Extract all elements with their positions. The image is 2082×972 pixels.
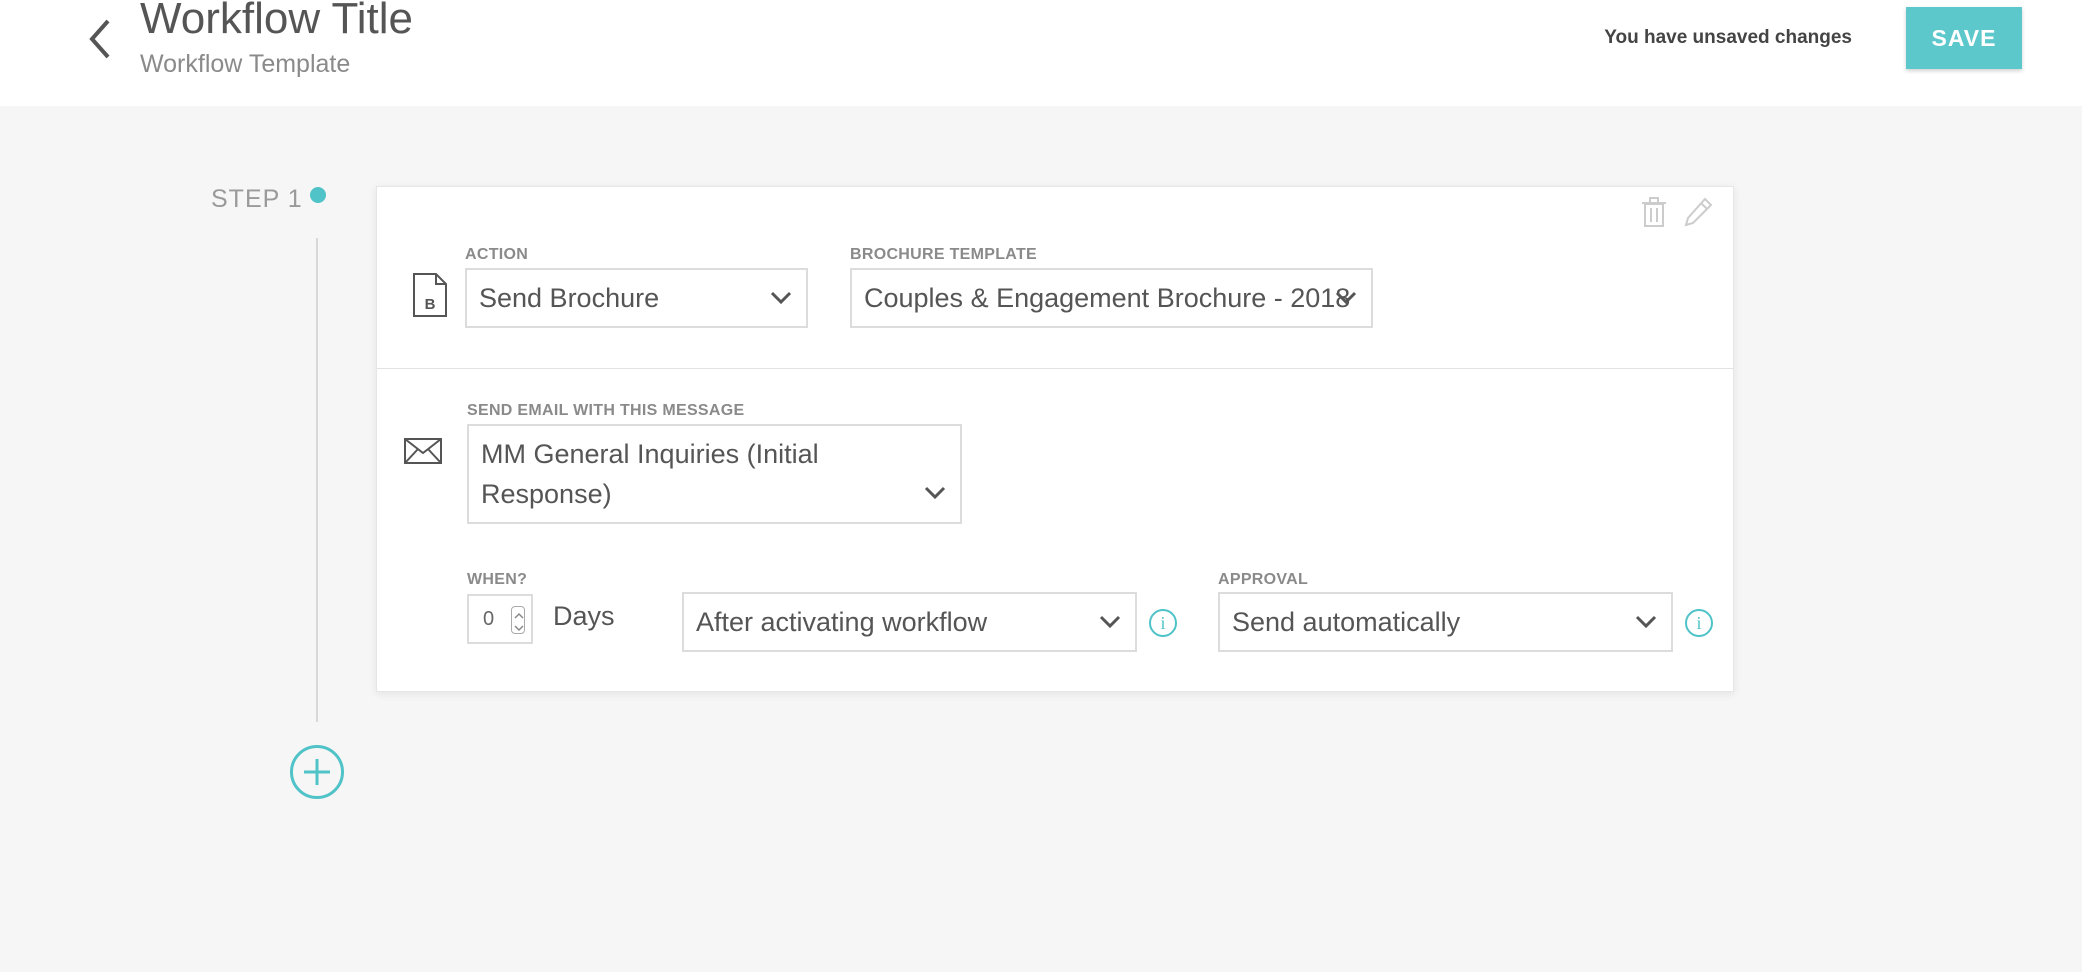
approval-info-icon[interactable]: i xyxy=(1685,609,1713,637)
back-arrow-icon[interactable] xyxy=(84,16,118,62)
approval-select[interactable]: Send automatically xyxy=(1218,592,1673,652)
spinner-icon[interactable] xyxy=(511,606,525,634)
trigger-info-icon[interactable]: i xyxy=(1149,609,1177,637)
days-value: 0 xyxy=(483,608,495,630)
approval-value: Send automatically xyxy=(1232,607,1461,637)
trigger-select[interactable]: After activating workflow xyxy=(682,592,1137,652)
step-card: B ACTION Send Brochure BROCHURE TEMPLATE… xyxy=(376,186,1734,692)
brochure-icon-letter: B xyxy=(425,296,436,313)
approval-label: APPROVAL xyxy=(1218,571,1309,588)
step-dot xyxy=(310,187,326,203)
step-label: STEP 1 xyxy=(211,185,303,213)
email-message-select[interactable]: MM General Inquiries (Initial Response) xyxy=(467,424,962,524)
brochure-template-value: Couples & Engagement Brochure - 2018 xyxy=(864,283,1351,313)
send-email-label: SEND EMAIL WITH THIS MESSAGE xyxy=(467,402,745,419)
timeline-line xyxy=(316,238,318,722)
save-button[interactable]: SAVE xyxy=(1906,7,2022,69)
action-select[interactable]: Send Brochure xyxy=(465,268,808,328)
chevron-down-icon xyxy=(1099,615,1121,629)
days-unit: Days xyxy=(553,601,615,631)
pencil-icon[interactable] xyxy=(1683,196,1713,228)
chevron-down-icon xyxy=(1335,291,1357,305)
days-input[interactable]: 0 xyxy=(467,594,533,644)
chevron-down-icon xyxy=(1635,615,1657,629)
add-step-button[interactable] xyxy=(290,745,344,799)
brochure-template-select[interactable]: Couples & Engagement Brochure - 2018 xyxy=(850,268,1373,328)
when-label: WHEN? xyxy=(467,571,528,588)
workflow-subtitle: Workflow Template xyxy=(140,50,351,78)
page-header: Workflow Title Workflow Template You hav… xyxy=(0,0,2082,106)
action-label: ACTION xyxy=(465,246,529,263)
unsaved-changes-text: You have unsaved changes xyxy=(1604,27,1852,48)
plus-icon xyxy=(304,759,330,785)
action-value: Send Brochure xyxy=(479,283,660,313)
email-message-value: MM General Inquiries (Initial Response) xyxy=(481,439,819,509)
chevron-down-icon xyxy=(924,486,946,500)
chevron-down-icon xyxy=(770,291,792,305)
trash-icon[interactable] xyxy=(1640,196,1668,228)
card-divider xyxy=(377,368,1733,369)
workflow-title[interactable]: Workflow Title xyxy=(140,0,413,44)
brochure-icon: B xyxy=(411,271,449,324)
trigger-value: After activating workflow xyxy=(696,607,988,637)
envelope-icon xyxy=(403,437,443,470)
brochure-template-label: BROCHURE TEMPLATE xyxy=(850,246,1038,263)
